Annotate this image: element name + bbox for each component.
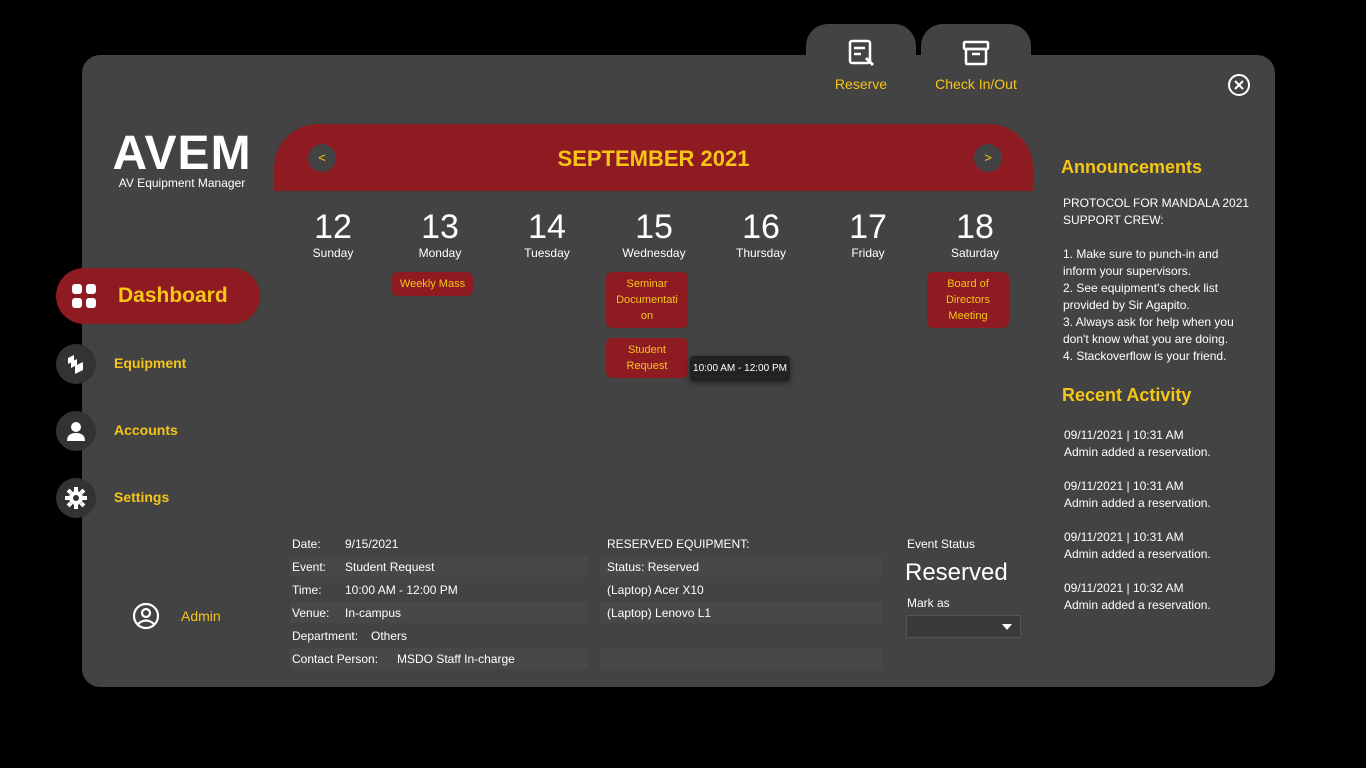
equipment-icon-circle (56, 344, 96, 384)
department-label: Department: (292, 629, 359, 643)
row-background (290, 556, 588, 577)
sidebar-item-dashboard[interactable]: Dashboard (56, 268, 260, 324)
reserve-label: Reserve (834, 76, 888, 92)
day-name: Thursday (735, 246, 787, 260)
reserve-tab[interactable]: Reserve (806, 24, 916, 100)
day-column[interactable]: 14 Tuesday (497, 208, 597, 260)
day-number: 14 (528, 208, 566, 246)
equipment-status: Status: Reserved (607, 560, 700, 574)
announcement-line: 1. Make sure to punch-in and (1063, 247, 1219, 261)
day-number: 15 (635, 208, 673, 246)
recent-activity-title: Recent Activity (1062, 385, 1192, 405)
sidebar-label-dashboard: Dashboard (118, 284, 228, 307)
next-month-button[interactable]: > (974, 144, 1002, 172)
activity-time: 09/11/2021 | 10:31 AM (1064, 479, 1184, 493)
announcements-title: Announcements (1061, 157, 1203, 177)
day-number: 16 (742, 208, 780, 246)
equipment-item: (Laptop) Lenovo L1 (607, 606, 712, 620)
day-number: 13 (421, 208, 459, 246)
event-seminar[interactable]: Seminar Documentati on (606, 272, 688, 328)
event-tooltip: 10:00 AM - 12:00 PM (690, 356, 790, 381)
gear-icon (65, 487, 87, 509)
checkin-tab[interactable]: Check In/Out (921, 24, 1031, 100)
accounts-icon-circle (56, 411, 96, 451)
user-name[interactable]: Admin (181, 608, 221, 624)
sidebar-label-accounts: Accounts (114, 422, 178, 438)
event-value: Student Request (345, 560, 435, 574)
announcement-line: provided by Sir Agapito. (1063, 298, 1190, 312)
day-name: Saturday (950, 246, 1000, 260)
account-circle-icon[interactable] (132, 602, 160, 630)
announcement-line: 2. See equipment's check list (1063, 281, 1219, 295)
announcement-line: SUPPORT CREW: (1063, 213, 1164, 227)
checkin-label: Check In/Out (935, 76, 1017, 92)
app-logo: AVEM AV Equipment Manager (112, 127, 252, 191)
mark-as-dropdown[interactable] (906, 615, 1021, 638)
time-label: Time: (292, 583, 322, 597)
reserve-icon (848, 39, 875, 67)
equipment-heading: RESERVED EQUIPMENT: (607, 537, 750, 551)
event-board-meeting[interactable]: Board of Directors Meeting (927, 272, 1009, 328)
row-background (600, 648, 882, 669)
sidebar-label-equipment: Equipment (114, 355, 187, 371)
venue-label: Venue: (292, 606, 330, 620)
logo-subtitle: AV Equipment Manager (118, 176, 246, 190)
day-column[interactable]: 18 Saturday (925, 208, 1025, 260)
settings-icon-circle (56, 478, 96, 518)
dashboard-icon (72, 284, 96, 308)
venue-value: In-campus (345, 606, 402, 620)
announcement-line: 4. Stackoverflow is your friend. (1063, 349, 1227, 363)
mark-as-label: Mark as (907, 596, 950, 610)
announcement-line: don't know what you are doing. (1063, 332, 1229, 346)
box-icon (962, 40, 990, 66)
close-icon[interactable] (1227, 73, 1251, 97)
calendar-header: < SEPTEMBER 2021 > (274, 124, 1033, 191)
date-label: Date: (292, 537, 321, 551)
event-weekly-mass[interactable]: Weekly Mass (392, 272, 473, 296)
event-label: Event: (292, 560, 327, 574)
day-column[interactable]: 15 Wednesday (604, 208, 704, 260)
activity-time: 09/11/2021 | 10:32 AM (1064, 581, 1184, 595)
day-name: Sunday (312, 246, 354, 260)
chevron-down-icon (1002, 624, 1012, 630)
event-status-label: Event Status (907, 537, 976, 551)
event-status-value: Reserved (905, 559, 1008, 586)
day-name: Friday (851, 246, 885, 260)
day-column[interactable]: 17 Friday (818, 208, 918, 260)
activity-text: Admin added a reservation. (1064, 547, 1211, 561)
sidebar-label-settings: Settings (114, 489, 170, 505)
activity-time: 09/11/2021 | 10:31 AM (1064, 530, 1184, 544)
day-name: Monday (418, 246, 462, 260)
activity-text: Admin added a reservation. (1064, 445, 1211, 459)
user-icon (67, 422, 85, 441)
logo-text: AVEM (112, 127, 252, 180)
equipment-icon (68, 355, 83, 374)
sidebar-item-settings[interactable]: Settings (56, 478, 236, 518)
row-background (290, 602, 588, 623)
announcement-line: PROTOCOL FOR MANDALA 2021 (1063, 196, 1250, 210)
time-value: 10:00 AM - 12:00 PM (345, 583, 458, 597)
contact-label: Contact Person: (292, 652, 379, 666)
day-column[interactable]: 16 Thursday (711, 208, 811, 260)
announcement-line: 3. Always ask for help when you (1063, 315, 1234, 329)
department-value: Others (371, 629, 408, 643)
day-name: Tuesday (524, 246, 570, 260)
day-number: 17 (849, 208, 887, 246)
event-student-request[interactable]: Student Request (606, 338, 688, 378)
sidebar-item-accounts[interactable]: Accounts (56, 411, 236, 451)
activity-text: Admin added a reservation. (1064, 598, 1211, 612)
announcement-line: inform your supervisors. (1063, 264, 1192, 278)
sidebar-item-equipment[interactable]: Equipment (56, 344, 236, 384)
equipment-item: (Laptop) Acer X10 (607, 583, 704, 597)
contact-value: MSDO Staff In-charge (397, 652, 515, 666)
day-number: 12 (314, 208, 352, 246)
date-value: 9/15/2021 (345, 537, 399, 551)
day-number: 18 (956, 208, 994, 246)
activity-text: Admin added a reservation. (1064, 496, 1211, 510)
day-column[interactable]: 12 Sunday (283, 208, 383, 260)
day-name: Wednesday (622, 246, 686, 260)
calendar-month: SEPTEMBER 2021 (557, 146, 750, 171)
day-column[interactable]: 13 Monday (390, 208, 490, 260)
activity-time: 09/11/2021 | 10:31 AM (1064, 428, 1184, 442)
